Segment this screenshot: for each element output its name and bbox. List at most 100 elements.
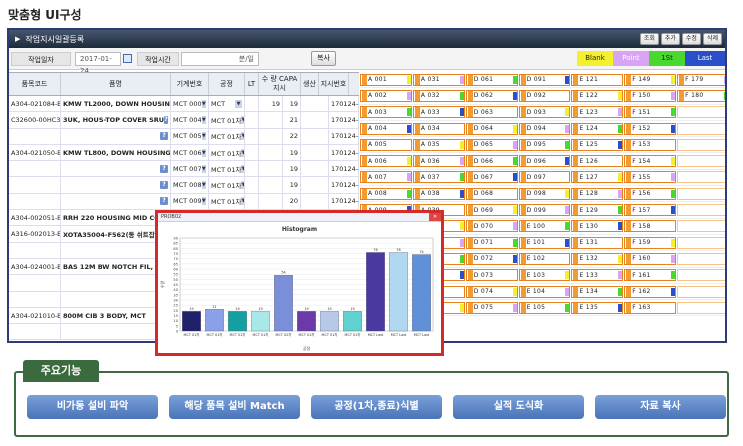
cell-machine[interactable]: MCT 000 ▼ — [171, 96, 209, 112]
slot-cell[interactable]: D 092 — [518, 89, 571, 102]
slot-cell[interactable]: A 033 — [412, 106, 465, 119]
cell-qty[interactable]: 20 — [283, 193, 301, 210]
slot-cell[interactable]: D 096 — [518, 155, 571, 168]
chevron-down-icon[interactable]: ▼ — [201, 115, 206, 124]
slot-cell[interactable]: A 006 — [360, 155, 412, 168]
table-row[interactable]: A304-021050-BKMW TL800, DOWN HOUSING?MCT… — [9, 144, 359, 162]
slot-cell[interactable]: F 152 — [624, 122, 677, 135]
slot-cell[interactable]: D 094 — [518, 122, 571, 135]
slot-cell[interactable]: D 062 — [465, 89, 518, 102]
cell-order[interactable]: 170124-003 — [329, 144, 359, 161]
slot-cell[interactable]: A 002 — [360, 89, 412, 102]
cell-order[interactable]: 170124-002 — [329, 128, 359, 144]
slot-cell[interactable]: E 122 — [571, 89, 624, 102]
slot-cell[interactable]: A 032 — [412, 89, 465, 102]
cell-qty[interactable]: 19 — [283, 177, 301, 193]
cell-capa[interactable]: 19 — [259, 96, 283, 112]
date-input[interactable]: 2017-01-24 — [75, 52, 121, 75]
slot-cell[interactable]: D 093 — [518, 106, 571, 119]
slot-cell[interactable]: E 129 — [571, 204, 624, 217]
slot-cell[interactable]: F 151 — [624, 106, 677, 119]
slot-cell[interactable]: E 104 — [518, 285, 571, 298]
cell-machine[interactable]: MCT 008 ▼ — [171, 177, 209, 193]
cell-process[interactable]: MCT 01차 ▼ — [209, 128, 245, 144]
slot-cell[interactable]: A 038 — [412, 187, 465, 200]
table-row[interactable]: A304-021084-BKMW TL2000, DOWN HOUSING?MC… — [9, 96, 359, 113]
cell-name[interactable]: KMW TL2000, DOWN HOUSING? — [61, 96, 171, 112]
cell-code[interactable] — [9, 193, 61, 210]
chevron-down-icon[interactable]: ▼ — [201, 197, 206, 206]
cell-capa[interactable] — [259, 161, 283, 177]
cell-qty[interactable]: 21 — [283, 112, 301, 128]
cell-machine[interactable]: MCT 007 ▼ — [171, 161, 209, 177]
slot-cell[interactable]: F 153 — [624, 138, 677, 151]
slot-cell[interactable]: D 061 — [465, 73, 518, 86]
slot-cell[interactable]: F 180 — [677, 89, 725, 102]
cell-code[interactable]: A304-021010-B — [9, 307, 61, 324]
add-button[interactable]: 추가 — [660, 33, 680, 45]
slot-cell[interactable]: F 155 — [624, 171, 677, 184]
table-row[interactable]: C32600-00HC3CM3UK, HOUS-TOP COVER SRU?MC… — [9, 112, 359, 129]
slot-cell[interactable]: F 161 — [624, 269, 677, 282]
cell-name[interactable]: ? — [61, 193, 171, 210]
cell-code[interactable] — [9, 291, 61, 307]
slot-cell[interactable]: E 105 — [518, 301, 571, 314]
table-row[interactable]: ?MCT 009▼MCT 01차▼20170124-006 — [9, 193, 359, 211]
slot-cell[interactable]: E 101 — [518, 236, 571, 249]
slot-cell[interactable]: D 098 — [518, 187, 571, 200]
cell-machine[interactable]: MCT 006 ▼ — [171, 144, 209, 161]
slot-cell[interactable] — [677, 204, 725, 217]
cell-order[interactable]: 170124-156 — [329, 96, 359, 112]
slot-cell[interactable]: A 034 — [412, 122, 465, 135]
chevron-down-icon[interactable]: ▼ — [201, 181, 206, 190]
time-input[interactable]: 분/일 — [181, 52, 259, 66]
cell-name[interactable]: KMW TL800, DOWN HOUSING? — [61, 144, 171, 161]
table-row[interactable]: ?MCT 008▼MCT 01차▼19170124-005 — [9, 177, 359, 194]
slot-cell[interactable]: E 133 — [571, 269, 624, 282]
slot-cell[interactable]: E 123 — [571, 106, 624, 119]
slot-cell[interactable]: F 154 — [624, 155, 677, 168]
feature-process-identify-button[interactable]: 공정(1차,종료)식별 — [311, 395, 442, 419]
slot-cell[interactable]: F 160 — [624, 252, 677, 265]
cell-qty[interactable]: 19 — [283, 144, 301, 161]
slot-cell[interactable]: D 065 — [465, 138, 518, 151]
slot-cell[interactable] — [677, 236, 725, 249]
slot-cell[interactable]: E 124 — [571, 122, 624, 135]
slot-cell[interactable]: D 064 — [465, 122, 518, 135]
cell-name[interactable]: 3UK, HOUS-TOP COVER SRU? — [61, 112, 171, 128]
table-row[interactable]: ?MCT 005▼MCT 01차▼22170124-002 — [9, 128, 359, 145]
cell-code[interactable] — [9, 242, 61, 258]
search-button[interactable]: 조회 — [639, 33, 659, 45]
chevron-down-icon[interactable]: ▼ — [235, 99, 242, 108]
feature-idle-equipment-button[interactable]: 비가동 설비 파악 — [27, 395, 158, 419]
slot-cell[interactable]: F 150 — [624, 89, 677, 102]
table-row[interactable]: ?MCT 007▼MCT 01차▼19170124-004 — [9, 161, 359, 178]
close-icon[interactable]: ✕ — [429, 213, 441, 221]
slot-cell[interactable]: F 179 — [677, 73, 725, 86]
cell-code[interactable]: C32600-00HC3CM — [9, 112, 61, 128]
slot-cell[interactable]: F 157 — [624, 204, 677, 217]
slot-cell[interactable]: E 134 — [571, 285, 624, 298]
slot-cell[interactable]: D 099 — [518, 204, 571, 217]
calendar-icon[interactable] — [123, 54, 132, 63]
slot-cell[interactable]: A 036 — [412, 155, 465, 168]
slot-cell[interactable] — [677, 269, 725, 282]
cell-capa[interactable] — [259, 112, 283, 128]
lookup-icon[interactable]: ? — [160, 132, 168, 141]
slot-cell[interactable]: D 063 — [465, 106, 518, 119]
slot-cell[interactable]: E 125 — [571, 138, 624, 151]
cell-order[interactable]: 170124-004 — [329, 161, 359, 177]
slot-cell[interactable] — [677, 138, 725, 151]
slot-cell[interactable]: F 163 — [624, 301, 677, 314]
slot-cell[interactable]: D 097 — [518, 171, 571, 184]
slot-cell[interactable]: A 004 — [360, 122, 412, 135]
slot-cell[interactable] — [677, 155, 725, 168]
slot-cell[interactable]: A 031 — [412, 73, 465, 86]
slot-cell[interactable]: A 003 — [360, 106, 412, 119]
slot-cell[interactable]: A 005 — [360, 138, 412, 151]
slot-cell[interactable]: D 091 — [518, 73, 571, 86]
delete-button[interactable]: 삭제 — [702, 33, 722, 45]
slot-cell[interactable]: D 067 — [465, 171, 518, 184]
cell-code[interactable] — [9, 177, 61, 193]
slot-cell[interactable]: E 100 — [518, 220, 571, 233]
